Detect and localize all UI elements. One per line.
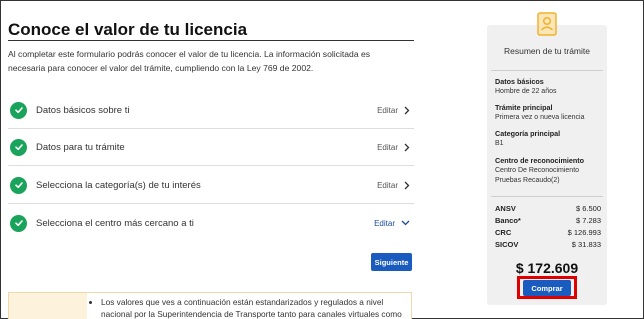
fee-name: ANSV xyxy=(495,204,516,213)
document-badge-icon xyxy=(537,12,557,36)
edit-label: Editar xyxy=(377,142,398,152)
chevron-right-icon xyxy=(404,106,410,114)
check-circle-icon xyxy=(10,138,27,156)
fee-value: $ 7.283 xyxy=(575,216,601,225)
chevron-down-icon xyxy=(401,220,410,226)
summary-label: Categoría principal xyxy=(495,129,561,138)
step-datos-tramite[interactable]: Datos para tu trámite Editar xyxy=(8,130,414,164)
step-datos-basicos[interactable]: Datos básicos sobre ti Editar xyxy=(8,93,414,127)
edit-label: Editar xyxy=(377,180,398,190)
note-stripe xyxy=(9,293,87,319)
step-label: Datos para tu trámite xyxy=(36,141,125,153)
fee-row: SICOV $ 31.833 xyxy=(495,240,601,249)
fee-name: SICOV xyxy=(495,240,519,249)
step-label: Selecciona la categoría(s) de tu interés xyxy=(36,179,201,191)
check-circle-icon xyxy=(10,214,27,232)
fee-value: $ 6.500 xyxy=(575,204,601,213)
fee-value: $ 31.833 xyxy=(571,240,601,249)
step-divider xyxy=(8,165,414,166)
edit-link[interactable]: Editar xyxy=(377,181,410,190)
step-centro[interactable]: Selecciona el centro más cercano a ti Ed… xyxy=(8,206,414,240)
summary-label: Centro de reconocimiento xyxy=(495,156,585,165)
summary-value: Primera vez o nueva licencia xyxy=(495,114,585,121)
summary-label: Datos básicos xyxy=(495,77,544,86)
fee-value: $ 126.993 xyxy=(567,228,601,237)
fee-row: CRC $ 126.993 xyxy=(495,228,601,237)
summary-title: Resumen de tu trámite xyxy=(504,46,590,56)
edit-label: Editar xyxy=(374,218,395,228)
summary-divider xyxy=(491,196,603,197)
note-list: Los valores que ves a continuación están… xyxy=(101,296,409,319)
summary-value: Centro De Reconocimiento Pruebas Recaudo… xyxy=(495,167,580,184)
summary-divider xyxy=(491,70,603,71)
edit-label: Editar xyxy=(377,105,398,115)
check-circle-icon xyxy=(10,101,27,119)
total-price: $ 172.609 xyxy=(515,260,579,276)
edit-link[interactable]: Editar xyxy=(374,219,410,228)
title-divider xyxy=(8,40,414,41)
next-button[interactable]: Siguiente xyxy=(371,253,412,271)
summary-value: Hombre de 22 años xyxy=(495,88,557,95)
intro-text: Al completar este formulario podrás cono… xyxy=(8,49,371,73)
chevron-right-icon xyxy=(404,143,410,151)
edit-link[interactable]: Editar xyxy=(377,106,410,115)
note-item: Los valores que ves a continuación están… xyxy=(101,296,409,319)
check-circle-icon xyxy=(10,176,27,194)
info-note: Los valores que ves a continuación están… xyxy=(8,292,412,319)
buy-button[interactable]: Comprar xyxy=(523,280,571,296)
summary-label: Trámite principal xyxy=(495,103,553,112)
fee-name: Banco* xyxy=(495,216,521,225)
fee-row: ANSV $ 6.500 xyxy=(495,204,601,213)
page-title: Conoce el valor de tu licencia xyxy=(8,20,248,39)
edit-link[interactable]: Editar xyxy=(377,143,410,152)
chevron-right-icon xyxy=(404,181,410,189)
summary-value: B1 xyxy=(495,140,504,147)
step-divider xyxy=(8,128,414,129)
fee-row: Banco* $ 7.283 xyxy=(495,216,601,225)
step-label: Datos básicos sobre ti xyxy=(36,104,130,116)
step-divider xyxy=(8,203,414,204)
fee-name: CRC xyxy=(495,228,512,237)
step-categoria[interactable]: Selecciona la categoría(s) de tu interés… xyxy=(8,168,414,202)
step-label: Selecciona el centro más cercano a ti xyxy=(36,217,194,229)
